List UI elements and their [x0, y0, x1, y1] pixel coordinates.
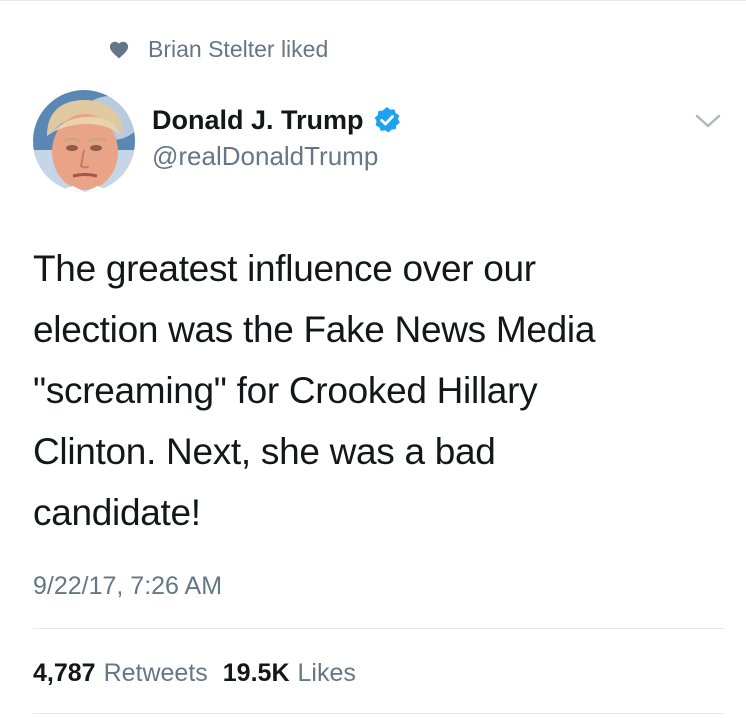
likes-count: 19.5K: [222, 659, 290, 687]
avatar[interactable]: [33, 90, 135, 192]
display-name[interactable]: Donald J. Trump: [152, 103, 364, 137]
divider-bottom: [33, 713, 724, 714]
heart-icon: [108, 39, 130, 59]
name-row: Donald J. Trump: [152, 103, 401, 137]
retweets-label: Retweets: [103, 659, 208, 687]
tweet-text: The greatest influence over our election…: [33, 248, 596, 533]
author-block: Donald J. Trump @realDonaldTrump: [152, 103, 401, 173]
likes-label: Likes: [297, 659, 356, 687]
top-divider: [0, 0, 746, 1]
retweets-count: 4,787: [33, 659, 96, 687]
tweet-stats: 4,787 Retweets 19.5K Likes: [33, 656, 356, 690]
tweet-timestamp[interactable]: 9/22/17, 7:26 AM: [33, 569, 222, 603]
social-context-text: Brian Stelter liked: [148, 36, 329, 62]
user-handle[interactable]: @realDonaldTrump: [152, 139, 401, 173]
social-context[interactable]: Brian Stelter liked: [108, 34, 328, 64]
divider: [33, 628, 724, 629]
chevron-down-icon[interactable]: [694, 112, 722, 130]
verified-badge-icon: [373, 106, 401, 134]
retweets-stat[interactable]: 4,787 Retweets: [33, 656, 208, 690]
likes-stat[interactable]: 19.5K Likes: [223, 656, 356, 690]
